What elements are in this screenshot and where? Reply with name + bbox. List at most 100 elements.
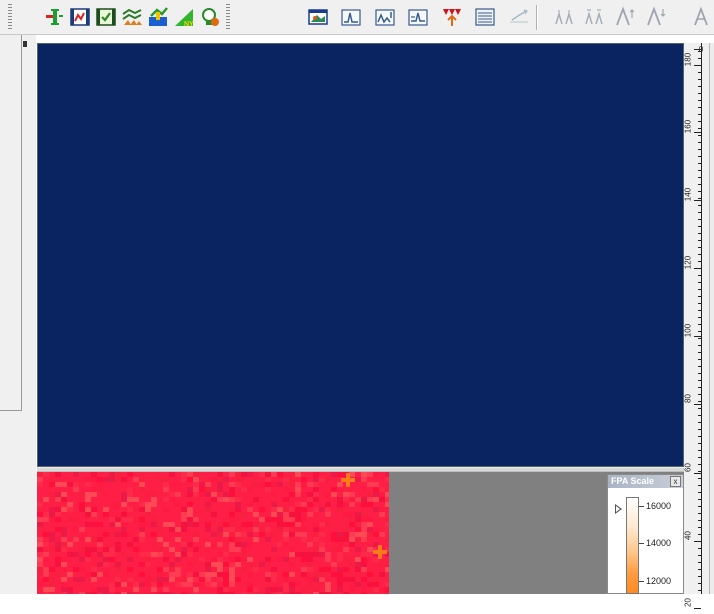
ny-triangle-button[interactable]: NY: [173, 6, 195, 28]
ruler-minor-tick: [698, 93, 701, 94]
ruler-minor-tick: [698, 100, 701, 101]
lambda-arrow-a-button[interactable]: [614, 6, 636, 28]
ruler-minor-tick: [698, 219, 701, 220]
ruler-minor-tick: [698, 114, 701, 115]
terrain-layers-icon: [121, 6, 143, 28]
ruler-label: 160: [683, 119, 693, 134]
scale-label: 16000: [646, 501, 672, 511]
ruler-minor-tick: [698, 212, 701, 213]
fpa-scale-titlebar[interactable]: FPA Scale x: [608, 475, 683, 488]
toolbar-grip[interactable]: [226, 4, 230, 30]
ruler-minor-tick: [698, 261, 701, 262]
ruler-minor-tick: [698, 457, 701, 458]
ruler-minor-tick: [698, 527, 701, 528]
peak-pair-a-button[interactable]: [554, 6, 576, 28]
ruler-minor-tick: [698, 296, 701, 297]
peak-pair-b-button[interactable]: [584, 6, 606, 28]
spectrum-b-button[interactable]: [374, 6, 396, 28]
ruler-minor-tick: [698, 338, 701, 339]
ruler-major-tick: [694, 541, 701, 542]
ruler-minor-tick: [698, 275, 701, 276]
peak-pair-a-icon: [554, 6, 576, 28]
toolbar-separator: [536, 5, 538, 30]
terrain-layers-button[interactable]: [121, 6, 143, 28]
lambda-cut-icon: [692, 6, 714, 28]
scale-tick: [639, 543, 644, 544]
ruler-major-tick: [694, 336, 701, 337]
lightbulb-button[interactable]: [199, 6, 221, 28]
ruler-minor-tick: [698, 464, 701, 465]
scale-label: 14000: [646, 538, 672, 548]
ruler-minor-tick: [698, 156, 701, 157]
ruler-label: 80: [683, 394, 693, 403]
probe-button[interactable]: [43, 6, 65, 28]
ruler-minor-tick: [698, 247, 701, 248]
ruler-minor-tick: [698, 443, 701, 444]
toolbar-grip[interactable]: [8, 4, 12, 30]
lambda-arrow-b-button[interactable]: [645, 6, 667, 28]
ruler-minor-tick: [698, 79, 701, 80]
ruler-major-tick: [694, 473, 701, 474]
ruler-minor-tick: [698, 149, 701, 150]
ruler-minor-tick: [698, 310, 701, 311]
ruler-minor-tick: [698, 422, 701, 423]
ruler-minor-tick: [698, 282, 701, 283]
ruler-minor-tick: [698, 128, 701, 129]
table-lines-button[interactable]: [474, 6, 496, 28]
collapsed-side-panel[interactable]: [0, 35, 22, 411]
ruler-minor-tick: [698, 289, 701, 290]
ruler-minor-tick: [698, 415, 701, 416]
ruler-major-tick: [694, 268, 701, 269]
ruler-minor-tick: [698, 366, 701, 367]
ruler-minor-tick: [698, 72, 701, 73]
spectrum-c-icon: [407, 6, 429, 28]
image-view-icon: [307, 6, 329, 28]
pin-icon[interactable]: [23, 41, 27, 47]
ruler-label: 140: [683, 187, 693, 202]
lambda-cut-button[interactable]: [692, 6, 714, 28]
peak-pair-b-icon: [584, 6, 606, 28]
ruler-label: 40: [683, 531, 693, 540]
ruler-minor-tick: [698, 373, 701, 374]
ruler-minor-tick: [698, 555, 701, 556]
filmstrip-red-button[interactable]: [69, 6, 91, 28]
scale-marker-icon[interactable]: [615, 504, 622, 514]
ruler-minor-tick: [698, 352, 701, 353]
fpa-color-bar: [626, 497, 639, 594]
fpa-heatmap-image[interactable]: [37, 472, 389, 594]
fpa-scale-title: FPA Scale: [611, 476, 655, 486]
ruler-major-tick: [694, 200, 701, 201]
focus-chart-icon: [147, 6, 169, 28]
ruler-minor-tick: [698, 513, 701, 514]
ruler-major-tick: [694, 132, 701, 133]
close-button[interactable]: x: [670, 476, 681, 487]
probe-icon: [43, 6, 65, 28]
ruler-major-tick: [694, 608, 701, 609]
ruler-minor-tick: [698, 177, 701, 178]
peaks-arrow-icon: [441, 6, 463, 28]
ruler-label: 0: [698, 45, 704, 54]
focus-chart-button[interactable]: [147, 6, 169, 28]
spectrum-c-button[interactable]: [407, 6, 429, 28]
ruler-minor-tick: [698, 254, 701, 255]
main-image-view[interactable]: [37, 43, 684, 467]
peaks-arrow-button[interactable]: [441, 6, 463, 28]
ruler-label: 100: [683, 323, 693, 338]
fpa-scale-window[interactable]: FPA Scale x 16000 14000 12000: [607, 474, 684, 594]
filmstrip-check-icon: [95, 6, 117, 28]
lightbulb-icon: [199, 6, 221, 28]
ruler-minor-tick: [698, 548, 701, 549]
ruler-minor-tick: [698, 562, 701, 563]
scale-tick: [639, 506, 644, 507]
ruler-minor-tick: [698, 135, 701, 136]
filmstrip-check-button[interactable]: [95, 6, 117, 28]
ruler-minor-tick: [698, 429, 701, 430]
image-view-button[interactable]: [307, 6, 329, 28]
spectrum-a-button[interactable]: [340, 6, 362, 28]
ruler-label: 60: [683, 463, 693, 472]
ruler-minor-tick: [698, 107, 701, 108]
ruler-minor-tick: [698, 520, 701, 521]
ruler-edge: [709, 43, 714, 594]
ruler-minor-tick: [698, 499, 701, 500]
trend-line-button[interactable]: [508, 6, 530, 28]
